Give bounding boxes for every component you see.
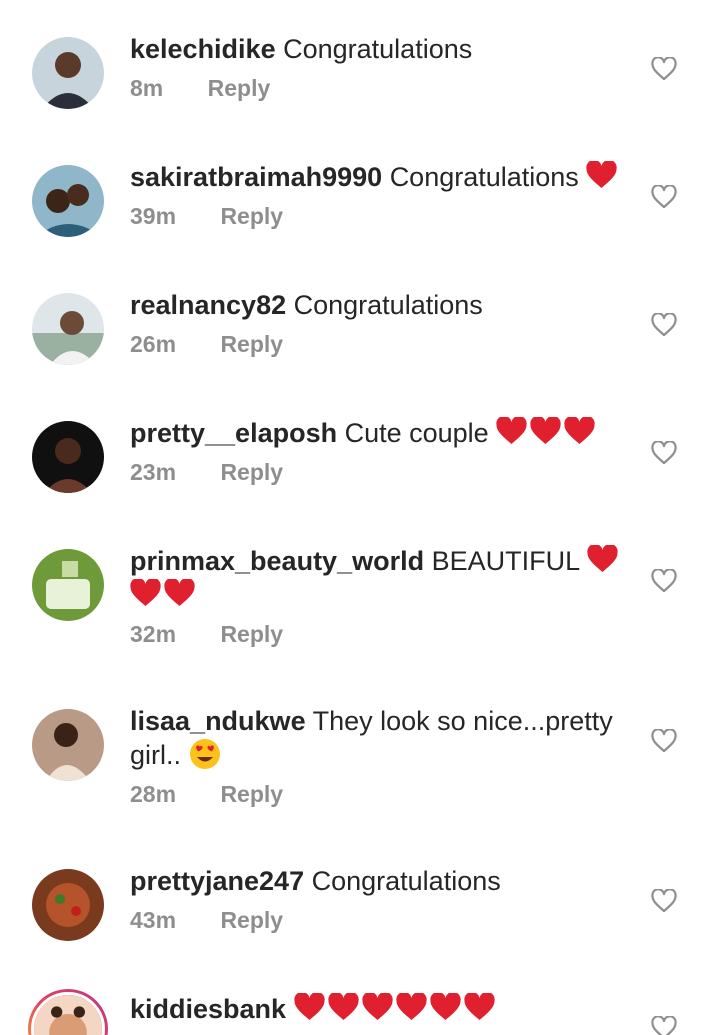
comment-text: prettyjane247 Congratulations [130, 864, 630, 898]
comment-body: BEAUTIFUL [431, 546, 580, 576]
red-heart-emoji [395, 993, 427, 1021]
reply-button[interactable]: Reply [220, 907, 283, 933]
red-heart-emoji [530, 417, 561, 445]
heart-outline-icon[interactable] [651, 1016, 677, 1035]
avatar[interactable] [32, 549, 104, 621]
comment-text: kelechidike Congratulations [130, 32, 630, 66]
red-heart-emoji [361, 993, 393, 1021]
comment-time: 8m [130, 75, 164, 101]
red-heart-emoji [587, 545, 618, 573]
reply-button[interactable]: Reply [220, 203, 283, 229]
comment-time: 32m [130, 621, 177, 647]
comments-list: kelechidike Congratulations 8m Reply sak… [0, 0, 720, 1035]
comment-text: prinmax_beauty_world BEAUTIFUL [130, 544, 630, 612]
comment-username[interactable]: realnancy82 [130, 290, 286, 320]
comment-time: 43m [130, 907, 177, 933]
avatar[interactable] [32, 293, 104, 365]
avatar[interactable] [28, 989, 108, 1035]
heart-outline-icon[interactable] [651, 313, 677, 337]
red-heart-emoji [327, 993, 359, 1021]
comment-username[interactable]: sakiratbraimah9990 [130, 162, 382, 192]
comment-time: 39m [130, 203, 177, 229]
comment-time: 26m [130, 331, 177, 357]
heart-outline-icon[interactable] [651, 729, 677, 753]
heart-outline-icon[interactable] [651, 569, 677, 593]
red-heart-emoji [496, 417, 527, 445]
reply-button[interactable]: Reply [220, 621, 283, 647]
comment-time: 28m [130, 781, 177, 807]
comment-time: 23m [130, 459, 177, 485]
red-heart-emoji [130, 579, 161, 607]
comment-meta: 26m Reply [130, 331, 630, 358]
avatar[interactable] [32, 869, 104, 941]
comment-username[interactable]: pretty__elaposh [130, 418, 337, 448]
heart-outline-icon[interactable] [651, 441, 677, 465]
heart-outline-icon[interactable] [651, 57, 677, 81]
comment-body: Congratulations [389, 162, 579, 192]
comment-body: Cute couple [344, 418, 489, 448]
comment-text: lisaa_ndukwe They look so nice...pretty … [130, 704, 630, 772]
comment-meta: 23m Reply [130, 459, 630, 486]
avatar-image [31, 992, 105, 1035]
comment-text: kiddiesbank [130, 992, 630, 1026]
red-heart-emoji [463, 993, 495, 1021]
avatar[interactable] [32, 165, 104, 237]
comment-meta: 39m Reply [130, 203, 630, 230]
comment-text: pretty__elaposh Cute couple [130, 416, 630, 450]
avatar[interactable] [32, 37, 104, 109]
comment-username[interactable]: prinmax_beauty_world [130, 546, 424, 576]
reply-button[interactable]: Reply [208, 75, 271, 101]
comment-body: Congratulations [293, 290, 483, 320]
reply-button[interactable]: Reply [220, 331, 283, 357]
red-heart-emoji [293, 993, 325, 1021]
comment-username[interactable]: lisaa_ndukwe [130, 706, 306, 736]
comment-username[interactable]: kiddiesbank [130, 994, 286, 1024]
red-heart-emoji [564, 417, 595, 445]
comment-meta: 32m Reply [130, 621, 630, 648]
comment-username[interactable]: kelechidike [130, 34, 276, 64]
heart-outline-icon[interactable] [651, 185, 677, 209]
heart-eyes-emoji [189, 738, 221, 770]
avatar[interactable] [32, 709, 104, 781]
comment-meta: 28m Reply [130, 781, 630, 808]
heart-outline-icon[interactable] [651, 889, 677, 913]
avatar[interactable] [32, 421, 104, 493]
comment-username[interactable]: prettyjane247 [130, 866, 304, 896]
red-heart-emoji [429, 993, 461, 1021]
comment-body: Congratulations [311, 866, 501, 896]
red-heart-emoji [586, 161, 617, 189]
comment-meta: 8m Reply [130, 75, 630, 102]
reply-button[interactable]: Reply [220, 781, 283, 807]
comment-text: sakiratbraimah9990 Congratulations [130, 160, 630, 194]
reply-button[interactable]: Reply [220, 459, 283, 485]
red-heart-emoji [164, 579, 195, 607]
comment-text: realnancy82 Congratulations [130, 288, 630, 322]
comment-body: Congratulations [283, 34, 473, 64]
comment-meta: 43m Reply [130, 907, 630, 934]
